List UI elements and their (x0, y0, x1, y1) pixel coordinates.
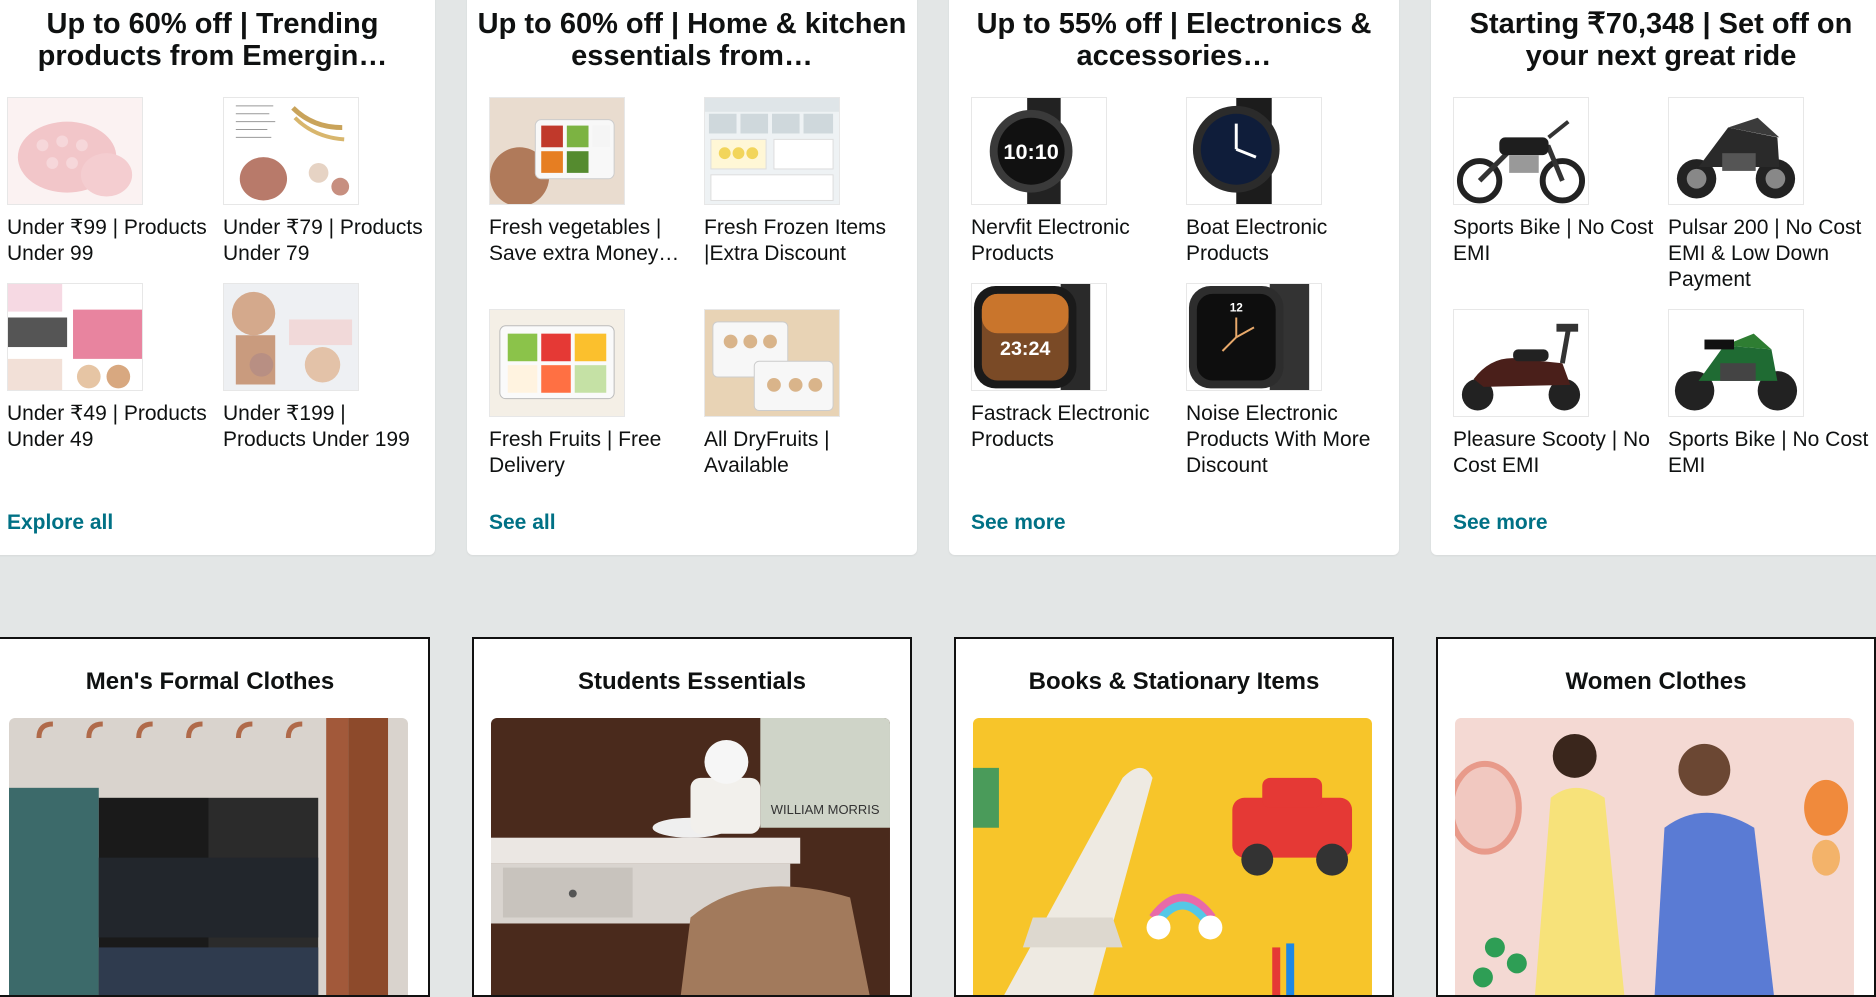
card-title: Starting ₹70,348 | Set off on your next … (1469, 8, 1853, 72)
card-title: Up to 55% off | Electronics & accessorie… (976, 8, 1372, 72)
tile-sports-bike-2[interactable]: Sports Bike | No Cost EMI (1668, 309, 1873, 479)
tile-fresh-vegetables[interactable]: Fresh vegetables | Save extra Money… (489, 97, 694, 267)
deal-card-trending: Up to 60% off | Trending products from E… (0, 0, 435, 555)
vegetable-container-image[interactable] (489, 97, 625, 205)
tile-nervfit[interactable]: 10:10 Nervfit Electronic Products (971, 97, 1176, 267)
tile-label[interactable]: Boat Electronic Products (1186, 215, 1391, 267)
hair-product-image[interactable] (223, 97, 359, 205)
deal-card-home-kitchen: Up to 60% off | Home & kitchen essential… (467, 0, 917, 555)
tile-label[interactable]: Pleasure Scooty | No Cost EMI (1453, 427, 1658, 479)
see-all-link[interactable]: See all (489, 511, 556, 535)
card-title[interactable]: Women Clothes (1438, 668, 1874, 696)
tile-label[interactable]: Sports Bike | No Cost EMI (1453, 215, 1658, 267)
tile-label[interactable]: Under ₹79 | Products Under 79 (223, 215, 428, 267)
deal-card-electronics: Up to 55% off | Electronics & accessorie… (949, 0, 1399, 555)
category-card-mens-formal[interactable]: Men's Formal Clothes (0, 637, 430, 997)
fridge-containers-image[interactable] (704, 97, 840, 205)
tile-label[interactable]: Fresh Fruits | Free Delivery (489, 427, 694, 479)
deal-card-bikes: Starting ₹70,348 | Set off on your next … (1431, 0, 1876, 555)
tile-label[interactable]: Under ₹99 | Products Under 99 (7, 215, 212, 267)
smartwatch-image[interactable]: 10:10 (971, 97, 1107, 205)
card-title[interactable]: Students Essentials (474, 668, 910, 696)
tile-label[interactable]: Fresh vegetables | Save extra Money… (489, 215, 694, 267)
toys-stationery-image[interactable] (973, 718, 1372, 995)
tile-label[interactable]: Under ₹49 | Products Under 49 (7, 401, 212, 453)
smartwatch-image[interactable] (1186, 97, 1322, 205)
tile-label[interactable]: Nervfit Electronic Products (971, 215, 1176, 267)
motorcycle-image[interactable] (1668, 97, 1804, 205)
tile-under-49[interactable]: Under ₹49 | Products Under 49 (7, 283, 212, 453)
tile-sports-bike[interactable]: Sports Bike | No Cost EMI (1453, 97, 1658, 267)
category-card-women-clothes[interactable]: Women Clothes (1436, 637, 1876, 997)
fruit-container-image[interactable] (489, 309, 625, 417)
motorcycle-image[interactable] (1668, 309, 1804, 417)
tile-label[interactable]: Under ₹199 | Products Under 199 (223, 401, 428, 453)
tile-label[interactable]: Sports Bike | No Cost EMI (1668, 427, 1873, 479)
watch-face-text: 10:10 (1003, 139, 1058, 164)
women-fashion-image[interactable] (1455, 718, 1854, 995)
tile-label[interactable]: All DryFruits | Available (704, 427, 909, 479)
category-card-books-stationary[interactable]: Books & Stationary Items (954, 637, 1394, 997)
tile-noise[interactable]: 12 Noise Electronic Products With More D… (1186, 283, 1391, 479)
smartwatch-image[interactable]: 23:24 (971, 283, 1107, 391)
tile-label[interactable]: Noise Electronic Products With More Disc… (1186, 401, 1391, 479)
scalp-massager-image[interactable] (7, 97, 143, 205)
tile-under-99[interactable]: Under ₹99 | Products Under 99 (7, 97, 212, 267)
watch-face-text: 23:24 (1000, 338, 1050, 360)
tile-pleasure-scooty[interactable]: Pleasure Scooty | No Cost EMI (1453, 309, 1658, 479)
explore-all-link[interactable]: Explore all (7, 511, 113, 535)
card-title[interactable]: Books & Stationary Items (956, 668, 1392, 696)
scooter-image[interactable] (1453, 309, 1589, 417)
study-desk-image[interactable]: WILLIAM MORRIS (491, 718, 890, 995)
tile-pulsar-200[interactable]: Pulsar 200 | No Cost EMI & Low Down Paym… (1668, 97, 1873, 293)
scalp-brush-image[interactable] (7, 283, 143, 391)
see-more-link[interactable]: See more (971, 511, 1066, 535)
see-more-link[interactable]: See more (1453, 511, 1548, 535)
tile-fastrack[interactable]: 23:24 Fastrack Electronic Products (971, 283, 1176, 453)
poster-text: WILLIAM MORRIS (771, 802, 880, 817)
dryfruit-container-image[interactable] (704, 309, 840, 417)
card-title[interactable]: Men's Formal Clothes (0, 668, 428, 696)
hair-brush-image[interactable] (223, 283, 359, 391)
trouser-hanger-image[interactable] (9, 718, 408, 995)
watch-face-text: 12 (1230, 301, 1244, 315)
tile-all-dryfruits[interactable]: All DryFruits | Available (704, 309, 909, 479)
tile-boat[interactable]: Boat Electronic Products (1186, 97, 1391, 267)
card-title: Up to 60% off | Trending products from E… (37, 8, 388, 72)
tile-label[interactable]: Pulsar 200 | No Cost EMI & Low Down Paym… (1668, 215, 1873, 293)
tile-fresh-fruits[interactable]: Fresh Fruits | Free Delivery (489, 309, 694, 479)
card-title: Up to 60% off | Home & kitchen essential… (477, 8, 907, 72)
tile-fresh-frozen[interactable]: Fresh Frozen Items |Extra Discount (704, 97, 909, 267)
tile-under-79[interactable]: Under ₹79 | Products Under 79 (223, 97, 428, 267)
tile-label[interactable]: Fresh Frozen Items |Extra Discount (704, 215, 909, 267)
motorcycle-image[interactable] (1453, 97, 1589, 205)
category-card-students[interactable]: Students Essentials WILLIAM MORRIS (472, 637, 912, 997)
tile-label[interactable]: Fastrack Electronic Products (971, 401, 1176, 453)
tile-under-199[interactable]: Under ₹199 | Products Under 199 (223, 283, 428, 453)
smartwatch-image[interactable]: 12 (1186, 283, 1322, 391)
